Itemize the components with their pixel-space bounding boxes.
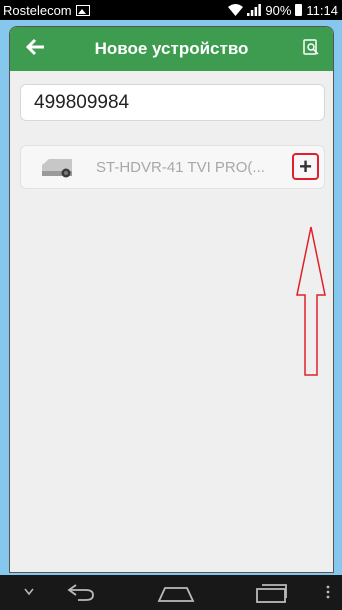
search-input-value: 499809984 xyxy=(34,92,130,113)
menu-icon[interactable] xyxy=(326,585,330,599)
wifi-icon xyxy=(228,4,244,16)
chevron-down-icon[interactable] xyxy=(24,588,34,596)
back-icon[interactable] xyxy=(66,582,96,602)
battery-percent: 90% xyxy=(265,2,292,18)
search-input[interactable]: 499809984 xyxy=(20,84,325,121)
search-icon[interactable] xyxy=(303,39,321,57)
clock: 11:14 xyxy=(306,2,338,18)
annotation-arrow xyxy=(296,226,326,376)
dvr-device-icon xyxy=(42,159,72,178)
image-notification-icon xyxy=(75,4,90,16)
system-nav-bar xyxy=(0,575,342,610)
content-area: 499809984 ST-HDVR-41 TVI PRO(... + xyxy=(10,71,333,572)
signal-icon xyxy=(247,4,262,16)
page-title: Новое устройство xyxy=(94,39,249,58)
app-screen: Новое устройство 499809984 ST-HDVR-41 TV… xyxy=(9,26,334,573)
carrier-label: Rostelecom xyxy=(3,2,72,18)
add-device-button[interactable]: + xyxy=(292,153,319,180)
status-bar: Rostelecom 90% 11:14 xyxy=(0,0,342,20)
title-bar: Новое устройство xyxy=(10,27,333,71)
battery-icon xyxy=(295,4,303,16)
recent-apps-icon[interactable] xyxy=(254,582,288,604)
device-name: ST-HDVR-41 TVI PRO(... xyxy=(96,159,265,176)
home-icon[interactable] xyxy=(157,582,195,602)
arrow-left-icon[interactable] xyxy=(24,35,48,59)
device-list-item[interactable]: ST-HDVR-41 TVI PRO(... + xyxy=(20,145,325,189)
